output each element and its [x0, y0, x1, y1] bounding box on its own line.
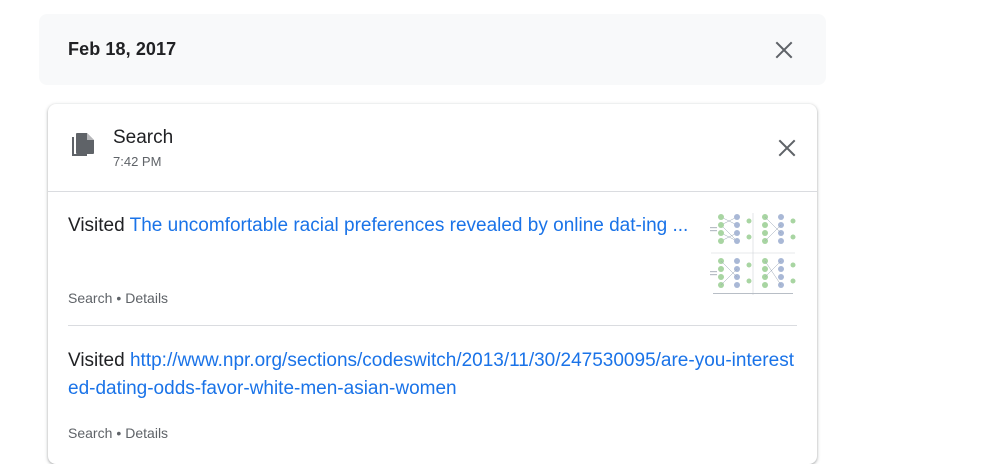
entry-source-link[interactable]: Search: [68, 425, 112, 441]
entry-link[interactable]: http://www.npr.org/sections/codeswitch/2…: [68, 350, 794, 399]
list-item: Visited http://www.npr.org/sections/code…: [68, 347, 797, 441]
entry-text: Visited The uncomfortable racial prefere…: [68, 212, 693, 240]
close-icon: [775, 41, 793, 59]
entry-link[interactable]: The uncomfortable racial preferences rev…: [130, 215, 689, 236]
entry-meta: Search • Details: [68, 290, 168, 306]
meta-separator: •: [116, 290, 122, 306]
entry-text: Visited http://www.npr.org/sections/code…: [68, 347, 797, 403]
card-time: 7:42 PM: [113, 154, 162, 169]
date-group-header: Feb 18, 2017: [39, 14, 826, 85]
date-group-title: Feb 18, 2017: [68, 39, 177, 59]
card-close-button[interactable]: [775, 136, 799, 160]
meta-separator: •: [116, 425, 122, 441]
entry-meta: Search • Details: [68, 425, 168, 441]
card-header: Search 7:42 PM: [48, 104, 817, 192]
entry-details-link[interactable]: Details: [125, 290, 168, 306]
close-icon: [778, 139, 796, 157]
card-title: Search: [113, 127, 174, 148]
entry-source-link[interactable]: Search: [68, 290, 112, 306]
list-item: Visited The uncomfortable racial prefere…: [68, 212, 797, 306]
entry-thumbnail[interactable]: [709, 211, 797, 297]
date-group-close-button[interactable]: [772, 38, 796, 62]
entry-prefix: Visited: [68, 350, 125, 371]
file-copy-icon: [68, 132, 96, 160]
entry-prefix: Visited: [68, 215, 125, 236]
entry-details-link[interactable]: Details: [125, 425, 168, 441]
entry-divider: [68, 325, 797, 326]
search-activity-card: Search 7:42 PM Visited The uncomfortable…: [48, 104, 817, 464]
